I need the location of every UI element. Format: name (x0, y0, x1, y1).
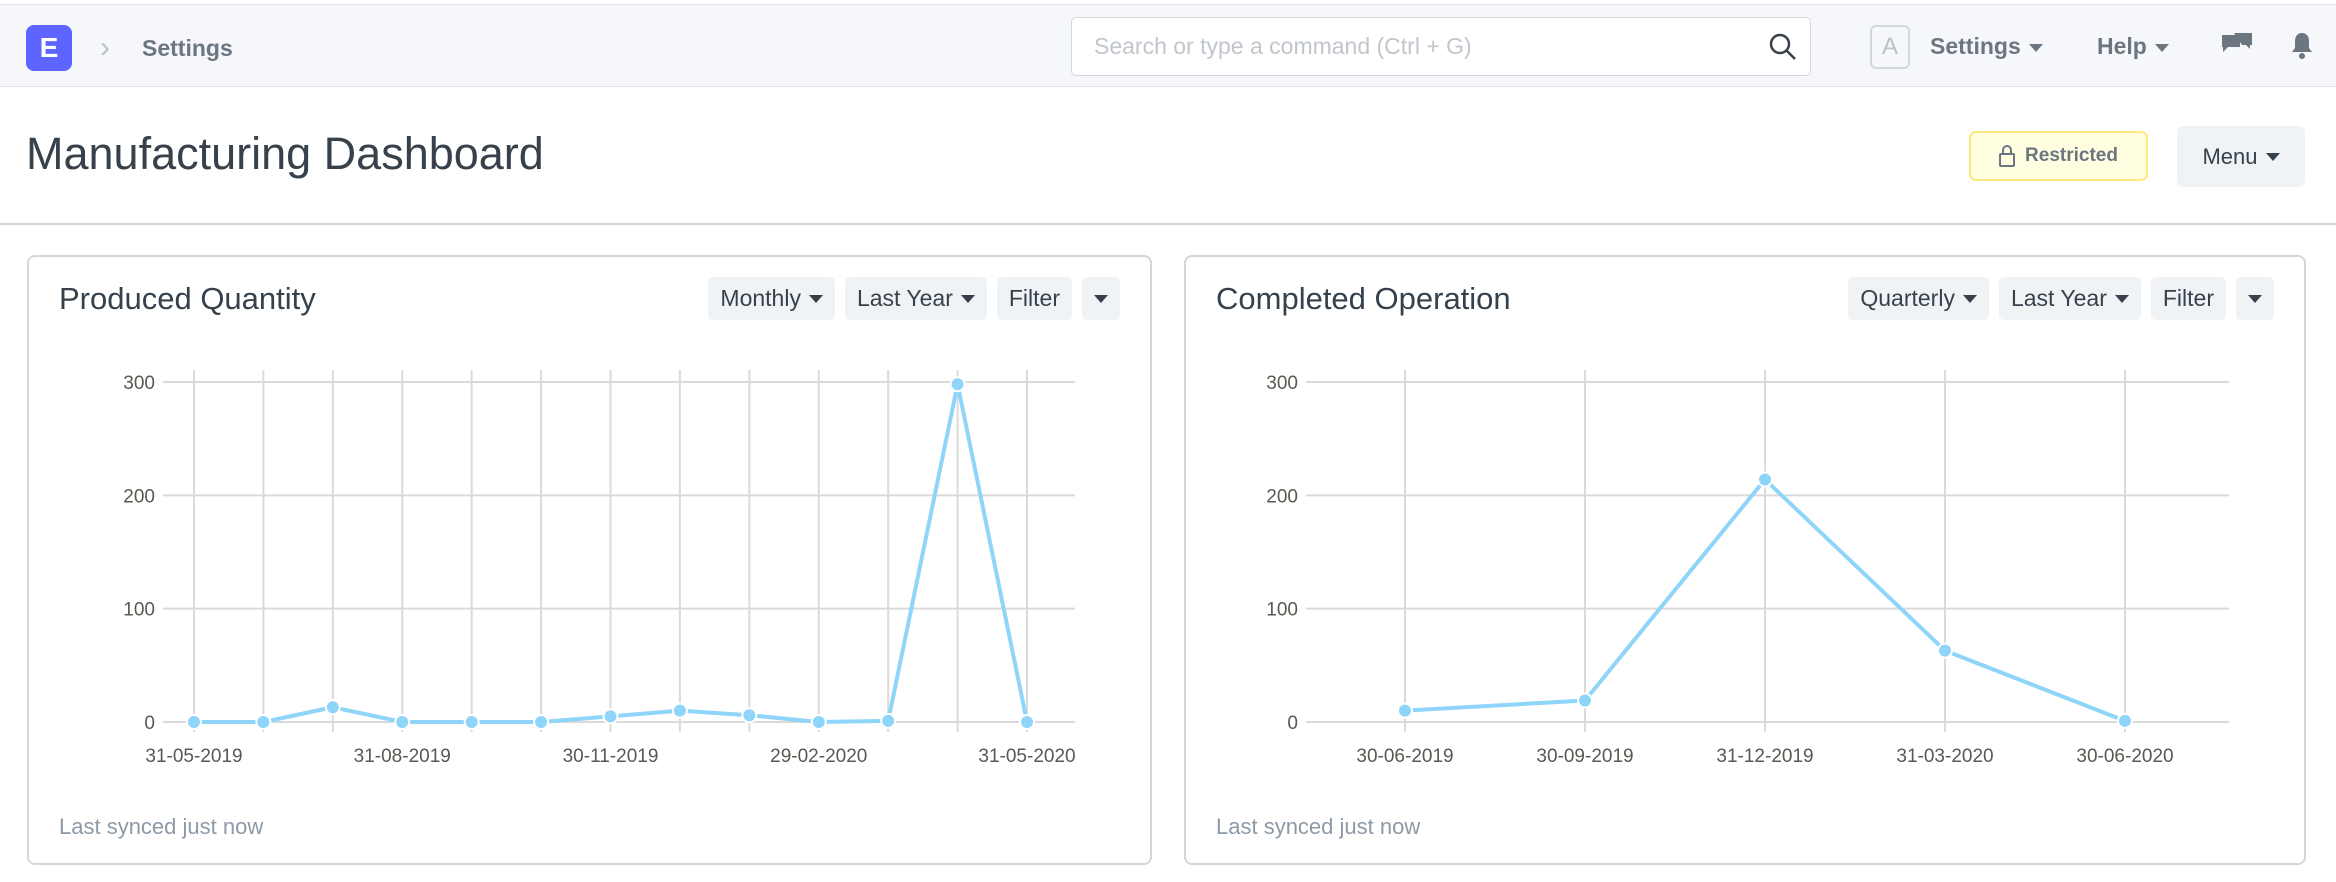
caret-down-icon (808, 294, 823, 303)
y-tick-label: 0 (144, 713, 155, 734)
y-tick-label: 300 (1266, 373, 1298, 394)
caret-down-icon (960, 294, 975, 303)
settings-label: Settings (1930, 33, 2021, 59)
x-tick-label: 30-06-2020 (2076, 746, 2173, 767)
line-chart: 0 100 200 300 30-06-2019 30-09-2019 31-12-2019… (1266, 370, 2229, 767)
data-point (324, 699, 341, 716)
restricted-label: Restricted (2025, 145, 2118, 166)
avatar[interactable]: A (1870, 25, 1910, 69)
navbar: E › Settings A Settings Help (0, 4, 2336, 87)
card-title: Produced Quantity (59, 281, 316, 316)
chat-icon[interactable] (2220, 31, 2254, 61)
data-point (1019, 714, 1035, 730)
caret-down-icon (2114, 294, 2129, 303)
y-tick-label: 100 (123, 600, 155, 621)
data-point (2117, 712, 2133, 729)
timespan-label: Last Year (2010, 285, 2107, 311)
x-tick-label: 31-08-2019 (354, 746, 451, 767)
chevron-right-icon: › (100, 31, 110, 64)
search-icon[interactable] (1768, 32, 1798, 62)
page-title: Manufacturing Dashboard (26, 128, 544, 179)
caret-down-icon (1094, 294, 1108, 303)
y-tick-label: 300 (123, 373, 155, 394)
y-tick-label: 200 (1266, 486, 1298, 507)
data-point (741, 707, 758, 724)
app-logo[interactable]: E (26, 25, 72, 71)
help-dropdown[interactable]: Help (2097, 33, 2169, 60)
line-chart: 0 100 200 300 31-05-2019 31-08-2019 30-11-2019… (123, 370, 1076, 767)
caret-down-icon (1962, 294, 1977, 303)
settings-dropdown[interactable]: Settings (1930, 33, 2043, 60)
x-tick-label: 31-03-2020 (1896, 746, 1993, 767)
filter-button[interactable]: Filter (996, 277, 1072, 320)
options-dropdown[interactable] (1082, 277, 1120, 320)
timespan-dropdown[interactable]: Last Year (1998, 277, 2141, 320)
caret-down-icon (2265, 152, 2280, 161)
data-point (255, 714, 272, 730)
data-point (1757, 471, 1773, 488)
search-bar (1071, 17, 1811, 76)
filter-button[interactable]: Filter (2150, 277, 2226, 320)
caret-down-icon (2248, 294, 2262, 303)
y-tick-label: 0 (1287, 713, 1298, 734)
x-tick-label: 31-12-2019 (1716, 746, 1813, 767)
data-point (949, 376, 966, 393)
period-label: Quarterly (1860, 285, 1955, 311)
x-tick-label: 31-05-2019 (145, 746, 242, 767)
data-point (671, 702, 688, 719)
data-point (1397, 702, 1413, 719)
x-tick-label: 31-05-2020 (978, 746, 1075, 767)
x-tick-label: 29-02-2020 (770, 746, 867, 767)
card-completed-operation: Completed Operation Quarterly Last Year … (1184, 255, 2306, 865)
period-dropdown[interactable]: Monthly (708, 277, 835, 320)
data-point (463, 714, 480, 730)
y-tick-label: 100 (1266, 600, 1298, 621)
data-point (602, 708, 619, 725)
x-tick-label: 30-09-2019 (1536, 746, 1633, 767)
breadcrumb-settings[interactable]: Settings (142, 35, 233, 62)
data-point (1577, 692, 1593, 709)
caret-down-icon (2028, 43, 2043, 52)
last-synced: Last synced just now (1216, 814, 1421, 839)
card-produced-quantity: Produced Quantity Monthly Last Year Filt… (27, 255, 1152, 865)
last-synced: Last synced just now (59, 814, 264, 839)
data-point (186, 714, 202, 730)
data-point (533, 714, 550, 730)
data-point (1937, 642, 1953, 659)
menu-label: Menu (2202, 143, 2258, 169)
caret-down-icon (2154, 43, 2169, 52)
menu-button[interactable]: Menu (2177, 126, 2305, 187)
bell-icon[interactable] (2290, 31, 2314, 61)
data-point (394, 714, 411, 730)
timespan-dropdown[interactable]: Last Year (844, 277, 987, 320)
page-header: Manufacturing Dashboard Restricted Menu (0, 88, 2336, 225)
timespan-label: Last Year (856, 285, 953, 311)
x-tick-label: 30-11-2019 (563, 746, 659, 767)
restricted-badge: Restricted (1969, 131, 2148, 181)
x-tick-label: 30-06-2019 (1356, 746, 1453, 767)
options-dropdown[interactable] (2236, 277, 2274, 320)
search-input[interactable] (1072, 18, 1722, 75)
period-dropdown[interactable]: Quarterly (1848, 277, 1989, 320)
data-point (880, 712, 897, 729)
period-label: Monthly (720, 285, 801, 311)
lock-icon (1999, 145, 2016, 167)
data-point (810, 714, 827, 730)
card-title: Completed Operation (1216, 281, 1511, 316)
help-label: Help (2097, 33, 2147, 59)
y-tick-label: 200 (123, 486, 155, 507)
